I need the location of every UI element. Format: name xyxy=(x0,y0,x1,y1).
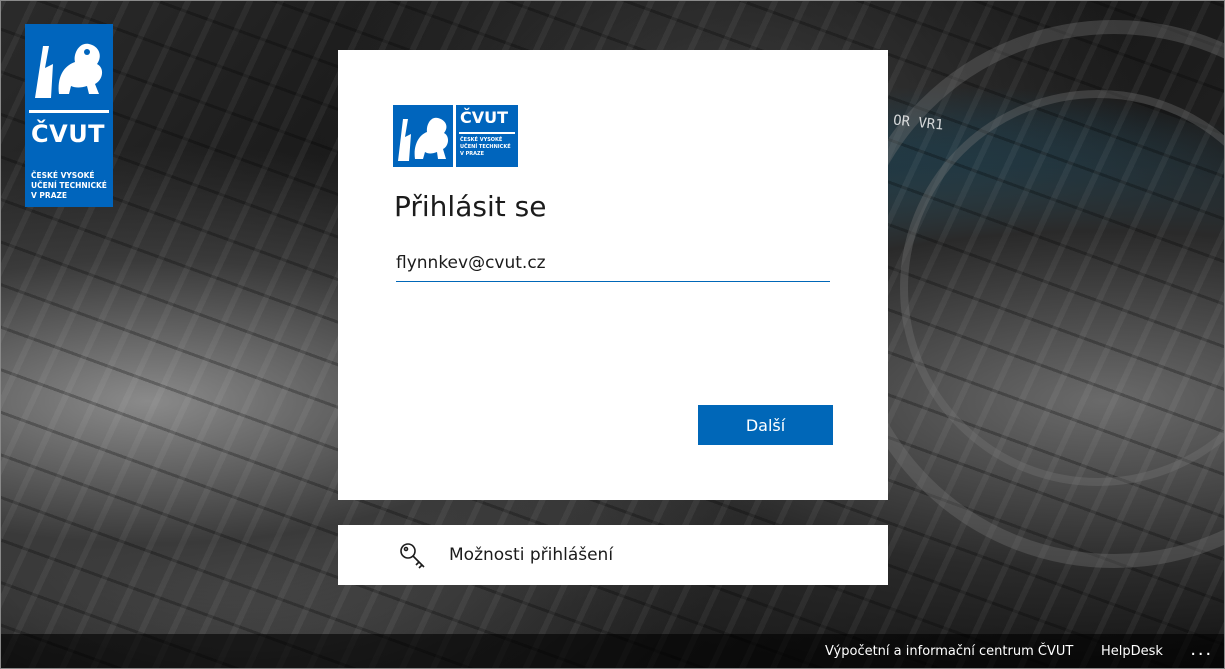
card-logo-textbox: ČVUT ČESKÉ VYSOKÉ UČENÍ TECHNICKÉ V PRAZ… xyxy=(456,105,518,167)
card-logo-subtitle: ČESKÉ VYSOKÉ UČENÍ TECHNICKÉ V PRAZE xyxy=(460,137,511,157)
card-lion-icon xyxy=(393,105,453,167)
card-logo: ČVUT ČESKÉ VYSOKÉ UČENÍ TECHNICKÉ V PRAZ… xyxy=(393,105,518,167)
signin-options-button[interactable]: Možnosti přihlášení xyxy=(338,525,888,585)
lion-emblem-icon xyxy=(29,28,109,113)
key-icon xyxy=(398,541,428,571)
footer-link-computing-center[interactable]: Výpočetní a informační centrum ČVUT xyxy=(825,644,1073,659)
more-options-icon[interactable]: ... xyxy=(1190,638,1213,661)
signin-options-label: Možnosti přihlášení xyxy=(449,545,614,565)
email-field[interactable] xyxy=(396,245,830,282)
card-logo-divider xyxy=(459,132,515,134)
signin-card: ČVUT ČESKÉ VYSOKÉ UČENÍ TECHNICKÉ V PRAZ… xyxy=(338,50,888,500)
footer-link-helpdesk[interactable]: HelpDesk xyxy=(1101,644,1163,659)
card-logo-wordmark: ČVUT xyxy=(460,108,509,127)
corner-logo-subtitle: ČESKÉ VYSOKÉ UČENÍ TECHNICKÉ V PRAZE xyxy=(31,171,107,200)
next-button[interactable]: Další xyxy=(698,405,833,445)
cvut-corner-logo: ČVUT ČESKÉ VYSOKÉ UČENÍ TECHNICKÉ V PRAZ… xyxy=(25,24,113,207)
corner-logo-wordmark: ČVUT xyxy=(31,120,106,148)
footer-bar: Výpočetní a informační centrum ČVUT Help… xyxy=(0,634,1225,669)
page-title: Přihlásit se xyxy=(394,190,547,223)
